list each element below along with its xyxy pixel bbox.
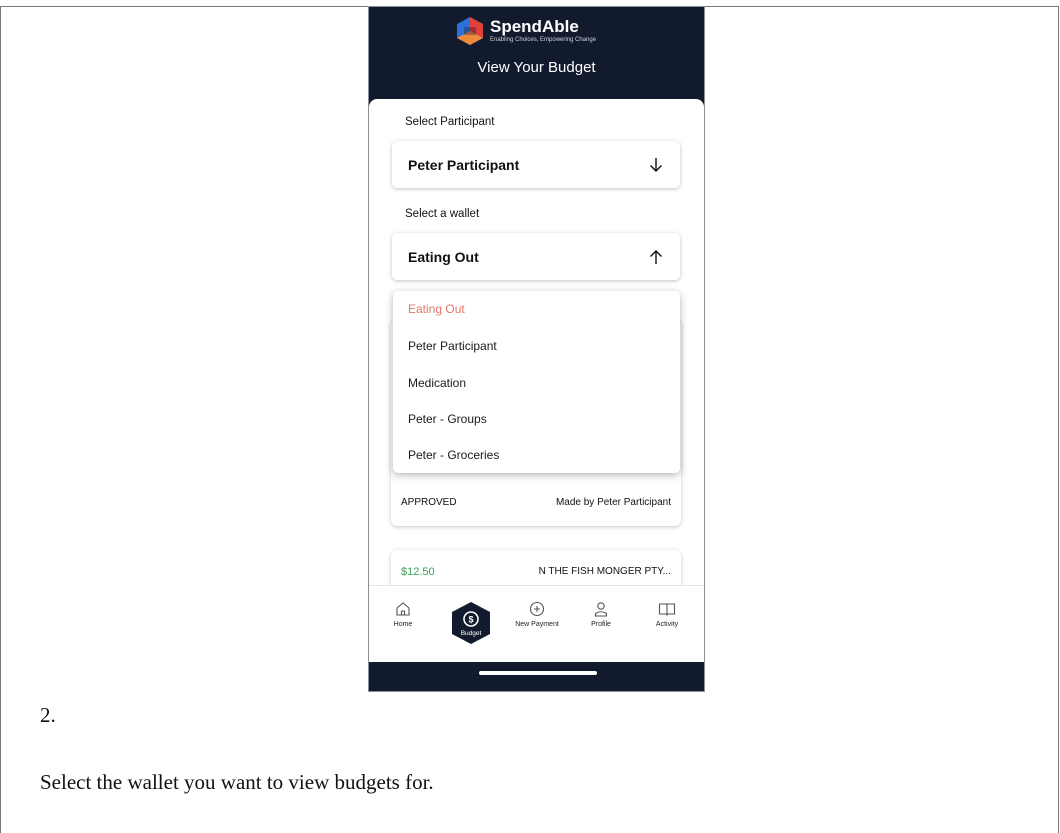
arrow-up-icon xyxy=(650,249,662,264)
screen-title: View Your Budget xyxy=(477,59,596,76)
wallet-label: Select a wallet xyxy=(405,208,480,220)
brand-logo: SpendAble Enabling Choices, Empowering C… xyxy=(455,15,596,47)
bottom-tab-bar: Home $ Budget New Payment Profile Activi… xyxy=(369,585,704,662)
tab-home[interactable]: Home xyxy=(373,601,433,628)
wallet-select-value: Eating Out xyxy=(408,248,479,265)
home-icon xyxy=(396,602,410,616)
wallet-option-peter-participant[interactable]: Peter Participant xyxy=(408,339,497,353)
arrow-down-icon xyxy=(650,157,662,172)
home-indicator xyxy=(479,671,597,675)
budget-content: Select Participant Peter Participant Sel… xyxy=(369,99,704,585)
tab-new-payment-label: New Payment xyxy=(515,621,559,628)
person-icon xyxy=(594,602,608,617)
tab-activity[interactable]: Activity xyxy=(637,601,697,628)
tab-budget[interactable]: $ Budget xyxy=(450,601,492,645)
tab-home-label: Home xyxy=(393,621,413,628)
app-header: SpendAble Enabling Choices, Empowering C… xyxy=(369,7,704,99)
wallet-option-medication[interactable]: Medication xyxy=(408,376,466,390)
tab-new-payment[interactable]: New Payment xyxy=(507,601,567,628)
wallet-option-peter-groceries[interactable]: Peter - Groceries xyxy=(408,448,499,462)
transaction-merchant: N THE FISH MONGER PTY... xyxy=(538,566,671,577)
book-icon xyxy=(658,603,676,617)
tab-profile[interactable]: Profile xyxy=(571,601,631,628)
hexagon-bg-icon: $ xyxy=(452,602,490,644)
wallet-dropdown-menu: Eating Out Peter Participant Medication … xyxy=(393,291,680,473)
wallet-select[interactable]: Eating Out xyxy=(392,233,680,280)
tab-profile-label: Profile xyxy=(591,621,611,628)
wallet-option-peter-groups[interactable]: Peter - Groups xyxy=(408,412,487,426)
participant-label: Select Participant xyxy=(405,116,495,128)
wallet-option-eating-out[interactable]: Eating Out xyxy=(408,302,465,316)
participant-select-value: Peter Participant xyxy=(408,156,520,173)
step-number: 2. xyxy=(40,703,56,727)
transaction-amount: $12.50 xyxy=(401,566,435,578)
tab-activity-label: Activity xyxy=(655,621,679,628)
plus-circle-icon xyxy=(529,601,545,617)
transaction-card[interactable]: $12.50 N THE FISH MONGER PTY... xyxy=(391,550,681,585)
spendable-logo-icon xyxy=(457,17,483,45)
brand-tagline: Enabling Choices, Empowering Change xyxy=(490,37,597,43)
participant-select[interactable]: Peter Participant xyxy=(392,141,680,188)
transaction-made-by: Made by Peter Participant xyxy=(555,497,671,508)
tab-budget-label: Budget xyxy=(460,630,482,637)
transaction-status: APPROVED xyxy=(401,497,457,508)
phone-screenshot: SpendAble Enabling Choices, Empowering C… xyxy=(368,6,705,692)
step-instruction: Select the wallet you want to view budge… xyxy=(40,770,434,794)
svg-text:$: $ xyxy=(468,615,473,625)
brand-name: SpendAble xyxy=(490,17,579,36)
